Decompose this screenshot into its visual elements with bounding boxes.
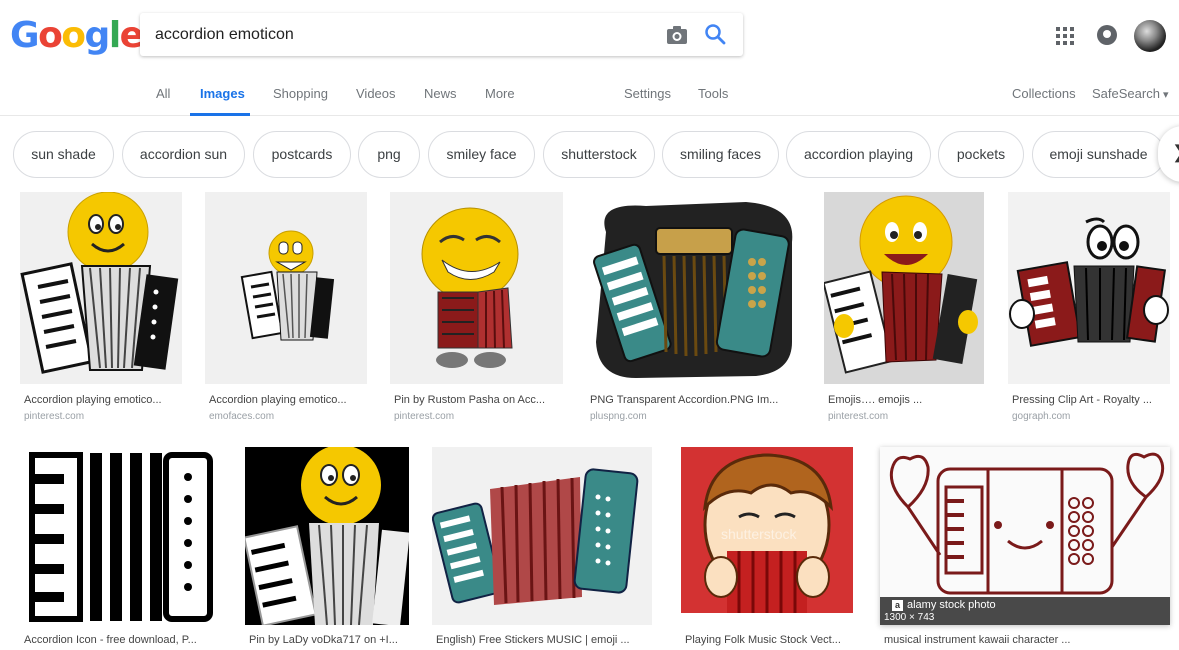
chip[interactable]: accordion sun (122, 131, 245, 178)
search-tabs: All Images Shopping Videos News More Set… (0, 80, 1179, 116)
chip[interactable]: postcards (253, 131, 351, 178)
result-title[interactable]: Emojis…. emojis ... (828, 394, 986, 406)
result-thumbnail (390, 192, 563, 384)
notifications-icon[interactable] (1097, 25, 1117, 45)
alamy-label: alamy stock photo (907, 599, 996, 611)
chip[interactable]: shutterstock (543, 131, 655, 178)
alamy-logo-icon: a (892, 600, 903, 611)
result-thumbnail (432, 447, 652, 625)
tab-news[interactable]: News (424, 86, 457, 101)
camera-icon[interactable] (666, 25, 688, 45)
tab-all[interactable]: All (156, 86, 170, 101)
chip[interactable]: sun shade (13, 131, 114, 178)
alamy-watermark: a alamy stock photo (892, 599, 996, 611)
chip[interactable]: pockets (938, 131, 1024, 178)
result-title[interactable]: Pin by LaDy voDka717 on +I... (249, 634, 413, 646)
result-title[interactable]: Accordion playing emotico... (24, 394, 184, 406)
logo-letter: g (84, 15, 111, 56)
image-result[interactable]: Pressing Clip Art - Royalty ... gograph.… (1008, 192, 1172, 428)
chip[interactable]: emoji sunshade (1032, 131, 1165, 178)
image-dimensions: 1300 × 743 (884, 612, 935, 623)
search-input[interactable] (155, 13, 635, 56)
result-source: pinterest.com (24, 411, 85, 422)
image-result[interactable]: Pin by Rustom Pasha on Acc... pinterest.… (390, 192, 565, 428)
image-result[interactable]: shutterstock Playing Folk Music Stock Ve… (681, 447, 855, 650)
avatar[interactable] (1134, 20, 1166, 52)
image-result[interactable]: Emojis…. emojis ... pinterest.com (824, 192, 986, 428)
result-title[interactable]: Pin by Rustom Pasha on Acc... (394, 394, 564, 406)
logo-letter: G (10, 15, 40, 56)
shutterstock-watermark: shutterstock (721, 526, 797, 542)
result-title[interactable]: English) Free Stickers MUSIC | emoji ... (436, 634, 654, 646)
logo-letter: o (38, 15, 63, 56)
tab-more[interactable]: More (485, 86, 515, 101)
chip[interactable]: smiley face (428, 131, 535, 178)
result-title[interactable]: Playing Folk Music Stock Vect... (685, 634, 855, 646)
settings-link[interactable]: Settings (624, 86, 671, 101)
image-info-overlay: a alamy stock photo 1300 × 743 (880, 597, 1170, 625)
safesearch-dropdown[interactable]: SafeSearch (1092, 86, 1169, 101)
result-title[interactable]: Pressing Clip Art - Royalty ... (1012, 394, 1172, 406)
result-thumbnail: a alamy stock photo 1300 × 743 (880, 447, 1170, 625)
active-tab-indicator (190, 113, 250, 116)
result-source: pinterest.com (828, 411, 889, 422)
chips-next-button[interactable] (1158, 126, 1179, 182)
chip[interactable]: smiling faces (662, 131, 779, 178)
result-source: emofaces.com (209, 411, 275, 422)
image-result[interactable]: English) Free Stickers MUSIC | emoji ... (432, 447, 654, 650)
result-thumbnail (20, 192, 182, 384)
chip[interactable]: accordion playing (786, 131, 931, 178)
search-box (140, 13, 743, 56)
result-thumbnail (1008, 192, 1170, 384)
image-result[interactable]: Accordion Icon - free download, P... (20, 447, 220, 650)
result-title[interactable]: musical instrument kawaii character ... (884, 634, 1172, 646)
result-source: gograph.com (1012, 411, 1071, 422)
image-result[interactable]: PNG Transparent Accordion.PNG Im... plus… (586, 192, 804, 428)
result-title[interactable]: Accordion Icon - free download, P... (24, 634, 220, 646)
image-result[interactable]: Pin by LaDy voDka717 on +I... (245, 447, 411, 650)
image-result[interactable]: Accordion playing emotico... emofaces.co… (205, 192, 369, 428)
tab-videos[interactable]: Videos (356, 86, 396, 101)
result-thumbnail (245, 447, 409, 625)
image-result-hovered[interactable]: a alamy stock photo 1300 × 743 musical in… (880, 447, 1172, 650)
search-icon[interactable] (704, 23, 726, 45)
image-result[interactable]: Accordion playing emotico... pinterest.c… (20, 192, 184, 428)
result-thumbnail (205, 192, 367, 384)
logo-letter: l (108, 15, 121, 56)
logo-letter: o (61, 15, 86, 56)
result-title[interactable]: PNG Transparent Accordion.PNG Im... (590, 394, 804, 406)
result-title[interactable]: Accordion playing emotico... (209, 394, 369, 406)
result-thumbnail (20, 447, 218, 625)
chip[interactable]: png (358, 131, 420, 178)
result-thumbnail (586, 192, 802, 384)
apps-icon[interactable] (1056, 27, 1074, 45)
result-source: pluspng.com (590, 411, 647, 422)
collections-link[interactable]: Collections (1012, 86, 1076, 101)
tools-link[interactable]: Tools (698, 86, 728, 101)
google-logo[interactable]: Google (10, 14, 144, 58)
tab-shopping[interactable]: Shopping (273, 86, 328, 101)
tab-images[interactable]: Images (200, 86, 245, 101)
result-thumbnail: shutterstock (681, 447, 853, 625)
result-source: pinterest.com (394, 411, 455, 422)
result-thumbnail (824, 192, 984, 384)
